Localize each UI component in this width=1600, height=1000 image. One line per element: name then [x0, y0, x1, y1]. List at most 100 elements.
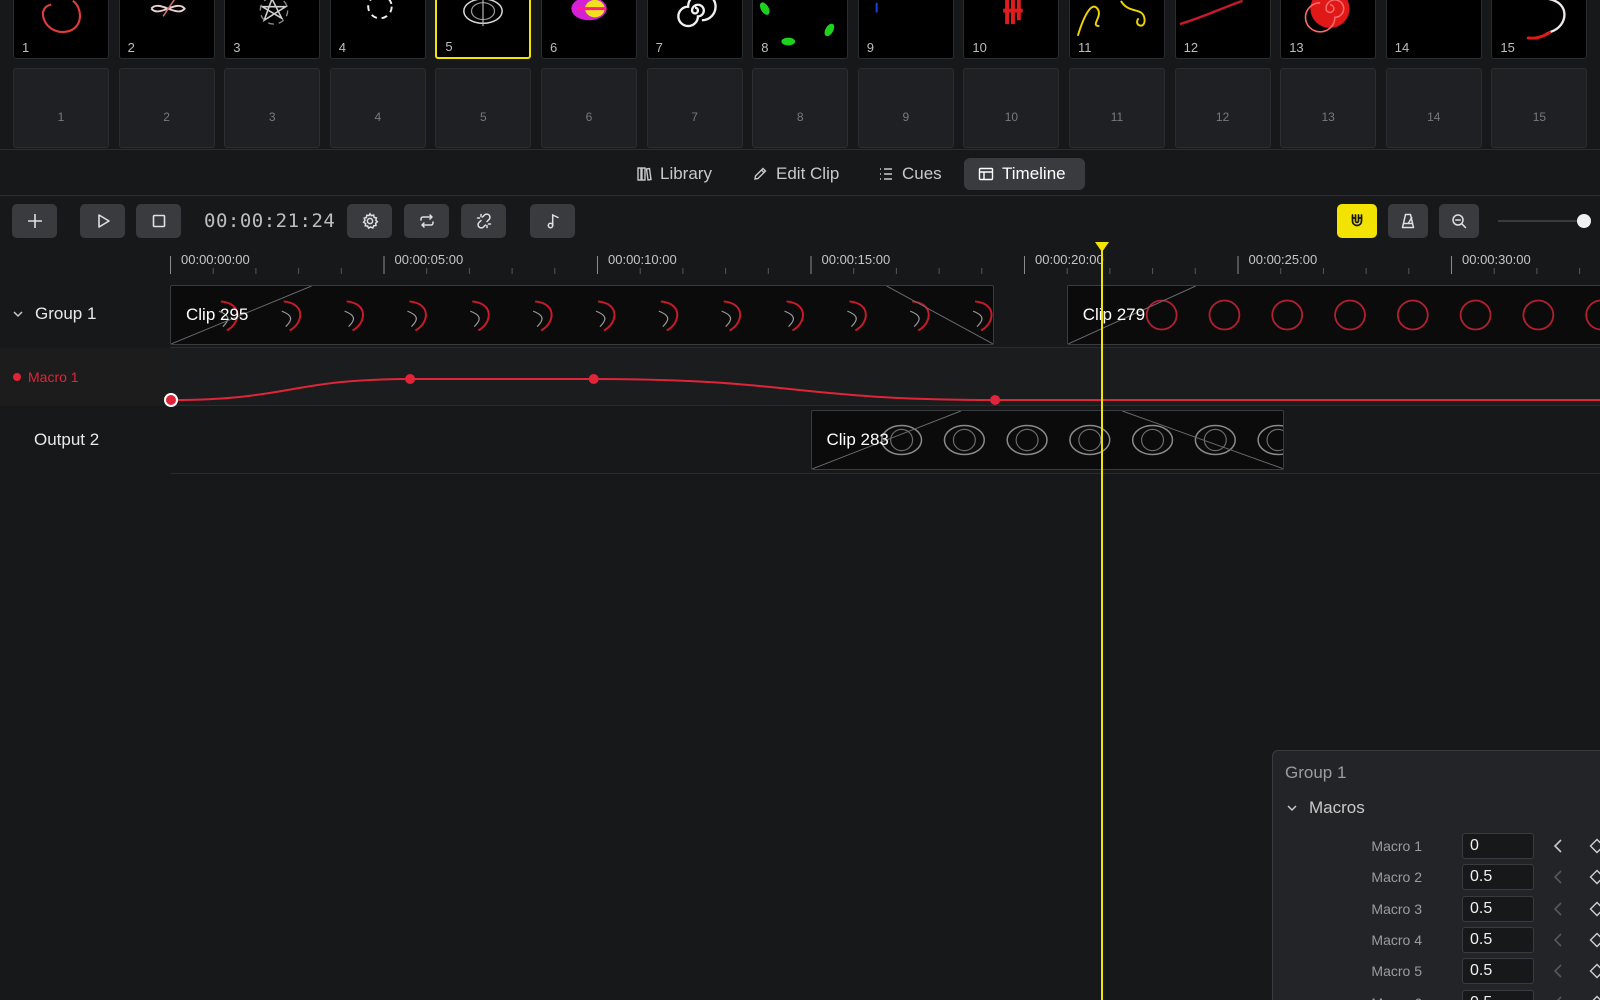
clip-slot-10[interactable]: 10 — [963, 68, 1060, 148]
unlink-button[interactable] — [461, 204, 506, 238]
keyframe-diamond-icon[interactable] — [1589, 995, 1600, 1000]
clip-thumbnail-2[interactable]: 2 — [118, 0, 215, 59]
clip-thumbnail-6[interactable]: 6 — [541, 0, 637, 59]
automation-lane-macro-1[interactable] — [170, 348, 1600, 406]
settings-button[interactable] — [347, 204, 392, 238]
macro-row: Macro 3 — [1273, 895, 1600, 922]
zoom-slider-track[interactable] — [1498, 220, 1584, 222]
tab-cues[interactable]: Cues — [864, 158, 956, 190]
chevron-left-icon[interactable] — [1551, 869, 1565, 885]
ruler-time-label: 00:00:25:00 — [1248, 252, 1318, 267]
list-icon — [880, 168, 892, 180]
slot-number: 14 — [1427, 110, 1441, 124]
chevron-down-icon[interactable] — [11, 307, 25, 321]
keyframe-diamond-icon[interactable] — [1589, 901, 1600, 917]
clip-thumbnail-14[interactable]: 14 — [1385, 0, 1482, 59]
stop-button[interactable] — [136, 204, 181, 238]
chevron-left-icon[interactable] — [1551, 932, 1565, 948]
ruler-time-label: 00:00:00:00 — [181, 252, 250, 267]
track-header-output-2[interactable]: Output 2 — [0, 410, 170, 470]
clip-slot-14[interactable]: 14 — [1385, 68, 1482, 148]
macro-label: Macro 3 — [1371, 900, 1422, 917]
macro-label: Macro 6 — [1371, 995, 1422, 1000]
macro-value-input[interactable] — [1462, 958, 1534, 985]
chevron-left-icon[interactable] — [1551, 963, 1565, 979]
clip-thumbnail-12[interactable]: 12 — [1174, 0, 1271, 59]
stop-icon — [152, 214, 165, 228]
track-lane-group-1[interactable]: Clip 295 Clip 279 — [170, 284, 1600, 348]
app: 1 2 3 4 5 6 7 8 9 10 11 12 13 14 15 1 2 3 4 5 6 7 8 9 10 11 12 13 1… — [0, 0, 1600, 1000]
audio-button[interactable] — [530, 204, 575, 238]
snap-button[interactable] — [1337, 204, 1377, 238]
slot-number: 6 — [585, 110, 593, 124]
timeline-toolbar: 00:00:21:24 — [0, 196, 1600, 242]
macro-value-input[interactable] — [1462, 926, 1534, 953]
clip-thumbnail-5[interactable]: 5 — [435, 0, 532, 59]
slot-number: 1 — [57, 110, 65, 124]
clip-slot-6[interactable]: 6 — [541, 68, 637, 148]
clip-slot-2[interactable]: 2 — [118, 68, 215, 148]
time-ruler[interactable]: 00:00:00:00 00:00:05:00 00:00:10:00 00:00:1… — [170, 242, 1600, 274]
tab-label: Edit Clip — [776, 164, 840, 183]
clip-thumbnail-7[interactable]: 7 — [646, 0, 743, 59]
clip-thumbnail-row: 1 2 3 4 5 6 7 8 9 10 11 12 13 14 15 — [0, 0, 1600, 60]
clip-thumbnail-11[interactable]: 11 — [1069, 0, 1165, 59]
track-header-macro-1[interactable]: Macro 1 — [0, 348, 170, 406]
timeline-clip[interactable]: Clip 279 — [1066, 285, 1600, 345]
clip-thumbnail-3[interactable]: 3 — [224, 0, 321, 59]
clip-slot-8[interactable]: 8 — [752, 68, 849, 148]
keyframe-diamond-icon[interactable] — [1589, 869, 1600, 885]
slot-number: 11 — [1110, 110, 1124, 124]
clip-number: 10 — [972, 40, 987, 55]
clip-slot-15[interactable]: 15 — [1491, 68, 1588, 148]
timecode-display: 00:00:21:24 — [204, 210, 336, 232]
clip-thumbnail-9[interactable]: 9 — [857, 0, 954, 59]
tab-timeline[interactable]: Timeline — [964, 158, 1085, 190]
chevron-down-icon[interactable] — [1285, 801, 1299, 815]
clip-slot-5[interactable]: 5 — [435, 68, 532, 148]
macro-value-input[interactable] — [1462, 864, 1534, 891]
macro-value-input[interactable] — [1462, 989, 1534, 1000]
macro-label: Macro 4 — [1371, 931, 1422, 948]
clip-slot-12[interactable]: 12 — [1174, 68, 1271, 148]
add-track-button[interactable] — [12, 204, 57, 238]
clip-thumbnail-15[interactable]: 15 — [1491, 0, 1588, 59]
clip-thumbnail-10[interactable]: 10 — [963, 0, 1060, 59]
track-lane-output-2[interactable]: Clip 283 — [170, 406, 1600, 474]
keyframe-diamond-icon[interactable] — [1589, 932, 1600, 948]
clip-slot-7[interactable]: 7 — [646, 68, 743, 148]
clip-slot-13[interactable]: 13 — [1280, 68, 1377, 148]
macro-value-input[interactable] — [1462, 833, 1534, 859]
track-header-group-1[interactable]: Group 1 — [0, 284, 170, 344]
loop-button[interactable] — [404, 204, 449, 238]
timeline-clip[interactable]: Clip 283 — [810, 410, 1285, 470]
clip-slot-1[interactable]: 1 — [13, 68, 109, 148]
clip-thumbnail-1[interactable]: 1 — [13, 0, 109, 59]
macros-section-header[interactable]: Macros — [1285, 798, 1365, 818]
clip-slot-4[interactable]: 4 — [329, 68, 426, 148]
clip-thumbnail-8[interactable]: 8 — [752, 0, 849, 59]
zoom-slider-handle[interactable] — [1577, 214, 1591, 228]
clip-slot-11[interactable]: 11 — [1069, 68, 1165, 148]
ruler-time-label: 00:00:15:00 — [821, 252, 891, 267]
playhead-handle[interactable] — [1094, 242, 1109, 252]
keyframe-diamond-icon[interactable] — [1589, 838, 1600, 854]
chevron-left-icon[interactable] — [1551, 838, 1565, 854]
clip-slot-9[interactable]: 9 — [857, 68, 954, 148]
tab-library[interactable]: Library — [622, 158, 726, 190]
slot-number: 2 — [163, 110, 170, 124]
chevron-left-icon[interactable] — [1551, 995, 1565, 1000]
chevron-left-icon[interactable] — [1551, 901, 1565, 917]
metronome-button[interactable] — [1388, 204, 1428, 238]
play-button[interactable] — [80, 204, 125, 238]
keyframe-diamond-icon[interactable] — [1589, 963, 1600, 979]
play-icon — [97, 214, 110, 228]
tab-edit-clip[interactable]: Edit Clip — [738, 158, 853, 190]
clip-thumbnail-4[interactable]: 4 — [329, 0, 426, 59]
clip-slot-3[interactable]: 3 — [224, 68, 321, 148]
macro-value-input[interactable] — [1462, 895, 1534, 922]
timeline-clip[interactable]: Clip 295 — [170, 285, 995, 345]
clip-thumbnail-13[interactable]: 13 — [1280, 0, 1377, 59]
zoom-out-button[interactable] — [1439, 204, 1479, 238]
playhead-line[interactable] — [1100, 242, 1103, 1000]
